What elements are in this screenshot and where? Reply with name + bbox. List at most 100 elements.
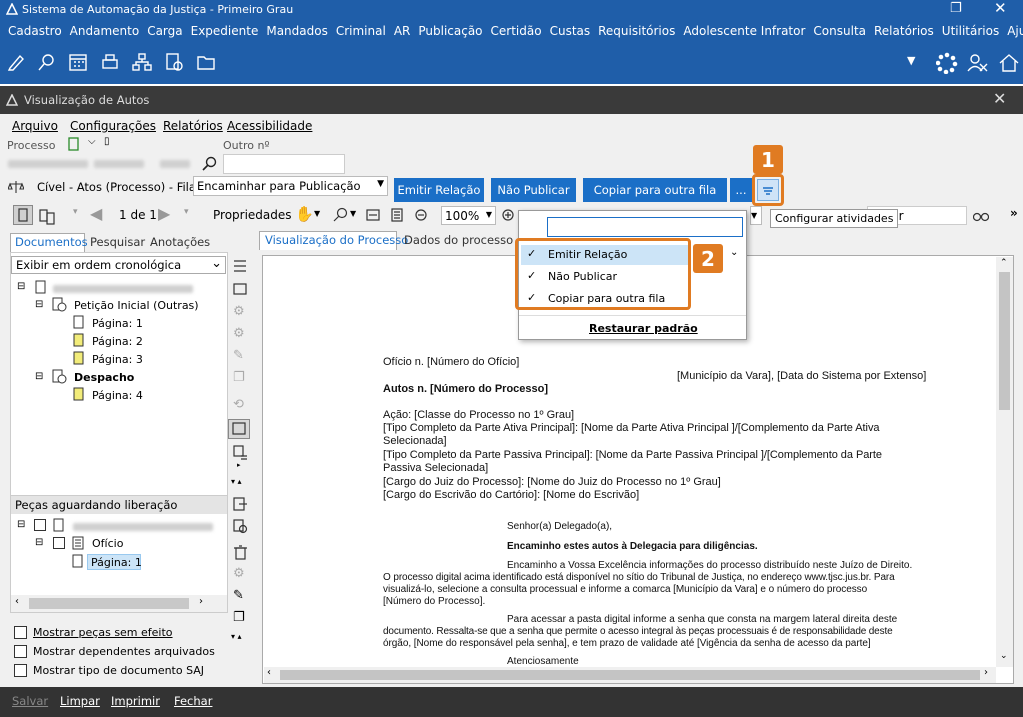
processo-input[interactable] [6,155,196,173]
menu-arquivo[interactable]: Arquivo [12,119,58,133]
prev-page-icon[interactable]: ◀ [90,204,102,223]
restaurar-padrao-button[interactable]: Restaurar padrão [589,322,698,335]
signed-doc-disabled-icon[interactable]: ⚙ [233,304,245,319]
tree-pagina-3[interactable]: Página: 3 [92,353,143,366]
single-page-button[interactable] [13,205,33,225]
copiar-outra-fila-button[interactable]: Copiar para outra fila [583,178,727,202]
scroll-toggle-icon[interactable]: ▾ ▴ [231,477,242,486]
mostrar-tipo-documento-label[interactable]: Mostrar tipo de documento SAJ [33,664,204,677]
dropdown-arrow-icon[interactable]: ▼ [907,54,915,67]
next-page-icon[interactable]: ▶ [158,204,170,223]
copy-disabled-icon[interactable]: ❐ [233,370,245,385]
stack-icon[interactable] [231,281,249,297]
calendar-icon[interactable] [68,52,88,72]
hand-tool-icon[interactable]: ✋ [295,205,314,223]
trash-icon[interactable] [231,544,249,560]
tree-peticao-inicial[interactable]: Petição Inicial (Outras) [74,299,199,312]
scroll-up-icon[interactable]: ⌃ [1000,258,1008,268]
annotation-button[interactable] [228,419,250,439]
menu-criminal[interactable]: Criminal [332,24,390,38]
chevron-down-icon[interactable]: ⌵ [88,136,96,147]
scroll-down-icon[interactable]: ⌄ [1000,651,1008,661]
scroll-left-doc-icon[interactable]: ‹ [267,667,271,678]
zoom-tool-arrow-icon[interactable]: ▼ [350,209,356,218]
tree-pagina-2[interactable]: Página: 2 [92,335,143,348]
menu-mandados[interactable]: Mandados [262,24,332,38]
pecas-process-checkbox[interactable] [34,519,46,531]
imprimir-button[interactable]: Imprimir [111,694,160,708]
vertical-scrollbar-thumb[interactable] [999,272,1010,410]
scroll-right-icon[interactable]: ▸ [237,461,241,469]
document-list-icon[interactable] [231,444,249,460]
collapse-icon[interactable]: ⊟ [17,281,25,292]
menu-ar[interactable]: AR [390,24,415,38]
info-icon[interactable]: ▯ [104,136,110,147]
tab-dados-processo[interactable]: Dados do processo [404,233,513,247]
sign-disabled-icon[interactable]: ✎ [233,348,244,363]
vertical-scrollbar[interactable]: ⌃ ⌄ [996,257,1013,667]
mostrar-tipo-documento-checkbox[interactable] [14,664,27,677]
tab-pesquisar[interactable]: Pesquisar [90,235,145,249]
mostrar-pecas-sem-efeito-label[interactable]: Mostrar peças sem efeito [33,626,173,639]
tree-despacho[interactable]: Despacho [74,371,134,384]
menu-utilitarios[interactable]: Utilitários [938,24,1003,38]
emitir-relacao-button[interactable]: Emitir Relação [394,178,484,202]
menu-requisitorios[interactable]: Requisitórios [594,24,679,38]
history-disabled-icon[interactable]: ⟲ [233,397,244,412]
scroll-right-doc-icon[interactable]: › [984,667,988,678]
tree-oficio[interactable]: Ofício [92,537,123,550]
limpar-button[interactable]: Limpar [60,694,100,708]
zoom-select[interactable]: 100% ▼ [441,206,496,225]
pecas-horizontal-scrollbar[interactable]: ‹ › [11,595,227,612]
nao-publicar-button[interactable]: Não Publicar [491,178,576,202]
copy-icon[interactable]: ❐ [233,610,245,625]
menu-certidao[interactable]: Certidão [487,24,546,38]
mostrar-dependentes-label[interactable]: Mostrar dependentes arquivados [33,645,215,658]
oficio-checkbox[interactable] [53,537,65,549]
menu-custas[interactable]: Custas [546,24,595,38]
overflow-icon[interactable]: » [1010,206,1018,220]
menu-ajuda[interactable]: Ajuda [1003,24,1023,38]
fit-page-icon[interactable] [390,208,404,222]
remove-signed-disabled-icon[interactable]: ⚙ [233,566,245,581]
menu-publicacao[interactable]: Publicação [414,24,486,38]
menu-andamento[interactable]: Andamento [66,24,144,38]
scroll-left-icon[interactable]: ‹ [15,596,19,607]
menu-consulta[interactable]: Consulta [809,24,870,38]
edit-icon[interactable] [6,52,26,72]
scroll-right-arrow-icon[interactable]: › [199,596,203,607]
menu-carga[interactable]: Carga [143,24,186,38]
outro-numero-input[interactable] [223,154,345,174]
queue-select[interactable]: Encaminhar para Publicação ▼ [193,176,388,196]
collapse-peticao-icon[interactable]: ⊟ [35,299,43,310]
menu-relatorios-inner[interactable]: Relatórios [163,119,223,133]
folder-icon[interactable] [196,52,216,72]
signed-doc-icon[interactable] [231,518,249,534]
collapse-oficio-icon[interactable]: ⊟ [35,537,43,548]
tab-anotacoes[interactable]: Anotações [150,235,210,249]
mostrar-dependentes-checkbox[interactable] [14,645,27,658]
two-page-icon[interactable] [38,207,56,225]
menu-relatorios[interactable]: Relatórios [870,24,938,38]
horizontal-scrollbar-thumb[interactable] [280,670,980,680]
horizontal-scrollbar[interactable]: ‹ › [264,667,996,683]
close-window-icon[interactable]: ✕ [994,0,1007,17]
sign-icon[interactable]: ✎ [233,588,244,603]
restore-window-icon[interactable]: ❐ [950,1,962,16]
more-actions-button[interactable]: ... [730,178,752,202]
menu-adolescente-infrator[interactable]: Adolescente Infrator [679,24,809,38]
printer-icon[interactable] [100,52,120,72]
collapse-pecas-icon[interactable]: ⊟ [17,519,25,530]
popup-filter-input[interactable] [547,217,743,237]
salvar-button[interactable]: Salvar [12,694,48,708]
scroll-toggle-bottom-icon[interactable]: ▾ ▴ [231,632,242,641]
search-process-icon[interactable] [37,52,57,72]
tree-pagina-4[interactable]: Página: 4 [92,389,143,402]
collapse-despacho-icon[interactable]: ⊟ [35,371,43,382]
tab-visualizacao-processo[interactable]: Visualização do Processo [259,231,408,250]
zoom-out-icon[interactable] [415,209,427,221]
mostrar-pecas-sem-efeito-checkbox[interactable] [14,626,27,639]
users-icon[interactable] [967,52,989,74]
remove-disabled-icon[interactable]: ⚙ [233,326,245,341]
menu-expediente[interactable]: Expediente [187,24,263,38]
